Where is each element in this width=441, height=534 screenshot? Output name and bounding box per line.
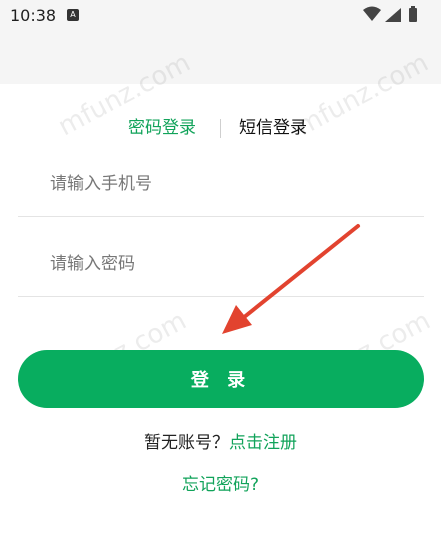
battery-icon	[409, 8, 417, 22]
tab-sms-login[interactable]: 短信登录	[239, 116, 307, 140]
status-time: 10:38	[10, 6, 57, 25]
tab-password-login[interactable]: 密码登录	[128, 116, 196, 140]
forgot-password-link[interactable]: 忘记密码?	[182, 475, 259, 495]
phone-field	[18, 154, 424, 217]
no-account-text: 暂无账号？	[144, 433, 229, 453]
register-link[interactable]: 点击注册	[229, 433, 297, 453]
password-input[interactable]	[50, 246, 410, 282]
a-icon: A	[67, 9, 79, 21]
tab-divider	[220, 119, 221, 138]
login-button[interactable]: 登 录	[18, 350, 424, 408]
register-line: 暂无账号？点击注册	[0, 428, 441, 453]
wifi-icon	[363, 6, 381, 21]
system-icons	[363, 6, 417, 22]
login-tabs: 密码登录 短信登录	[0, 116, 441, 142]
signal-icon	[385, 8, 401, 22]
status-bar: 10:38 A	[0, 0, 441, 34]
phone-input[interactable]	[50, 166, 410, 202]
header-band	[0, 34, 441, 84]
password-field	[18, 234, 424, 297]
forgot-password-row: 忘记密码?	[0, 470, 441, 495]
